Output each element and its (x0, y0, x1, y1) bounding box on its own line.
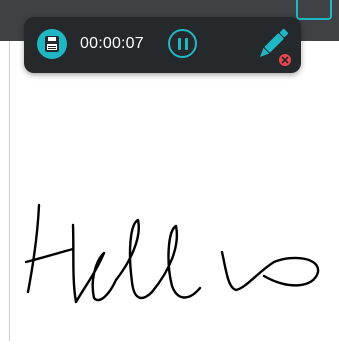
pen-tool-button[interactable] (250, 23, 294, 67)
save-button[interactable] (37, 29, 67, 59)
save-icon (45, 36, 59, 52)
pause-icon (176, 37, 190, 50)
red-close-dot-icon (279, 54, 291, 66)
elapsed-timer: 00:00:07 (80, 35, 144, 52)
ink-stroke-l-second (150, 224, 202, 299)
ink-stroke-h-left (26, 203, 41, 294)
ink-stroke-l-first (114, 218, 154, 300)
recording-toolbar: 00:00:07 (24, 17, 301, 73)
ink-stroke-o-tail (220, 250, 320, 292)
pause-button[interactable] (168, 29, 197, 58)
ink-stroke-h-right-and-e (71, 223, 118, 304)
